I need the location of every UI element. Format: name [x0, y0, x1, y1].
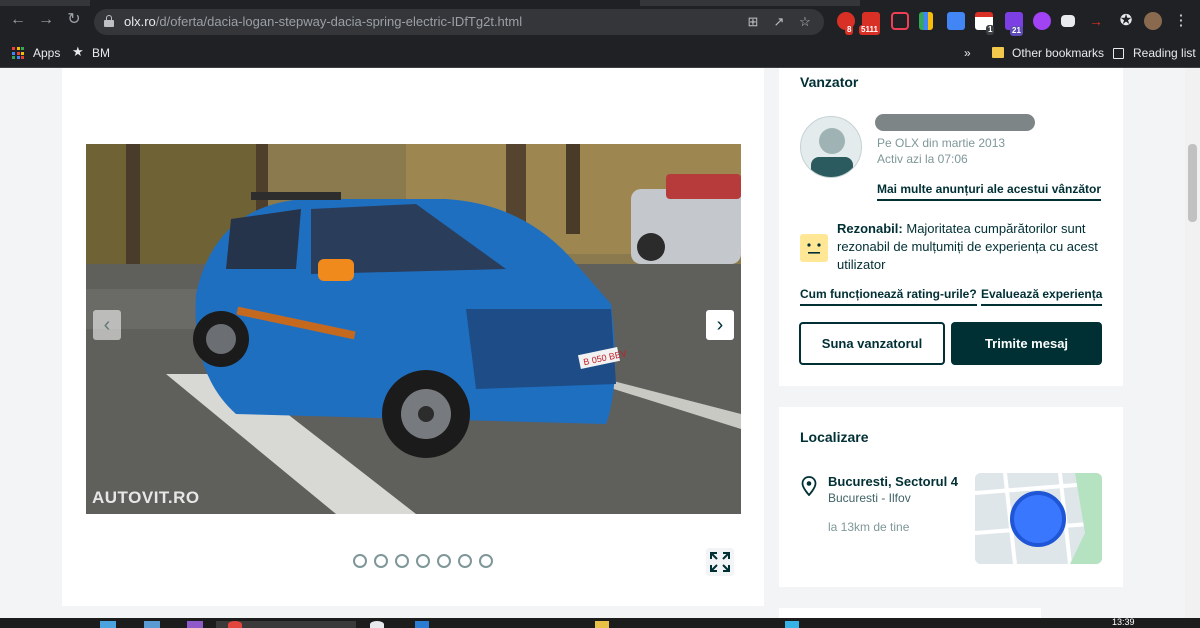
- extension-badge: 21: [1010, 26, 1023, 36]
- taskbar-app-icon[interactable]: [370, 621, 384, 628]
- reload-icon[interactable]: ↻: [64, 10, 84, 30]
- gallery-dot[interactable]: [458, 554, 472, 568]
- os-taskbar: 13:39: [0, 618, 1200, 628]
- chrome-taskbar-icon[interactable]: [228, 621, 242, 628]
- taskbar-app-icon[interactable]: [100, 621, 116, 628]
- folder-icon: [992, 47, 1004, 58]
- more-ads-link[interactable]: Mai multe anunțuri ale acestui vânzător: [877, 182, 1102, 201]
- map-image: [975, 473, 1102, 564]
- send-message-button[interactable]: Trimite mesaj: [951, 322, 1102, 365]
- page-content: B 050 BEV AUTOVIT.RO ‹ › Vanzator Pe OLX…: [0, 68, 1200, 618]
- scrollbar-thumb[interactable]: [1188, 144, 1197, 222]
- photo-watermark: AUTOVIT.RO: [92, 488, 200, 507]
- next-photo-button[interactable]: ›: [706, 310, 734, 340]
- gallery-dot[interactable]: [353, 554, 367, 568]
- browser-toolbar: ← → ↻ olx.ro/d/oferta/dacia-logan-stepwa…: [0, 0, 1200, 40]
- location-city: Bucuresti, Sectorul 4: [828, 474, 959, 489]
- gallery-dot[interactable]: [479, 554, 493, 568]
- bookmark-apps[interactable]: Apps: [33, 46, 60, 60]
- pocket-icon[interactable]: [891, 12, 909, 30]
- seller-name-redacted: [875, 114, 1035, 131]
- gallery-dots: [353, 554, 493, 570]
- neutral-face-icon: [800, 234, 828, 262]
- previous-photo-button[interactable]: ‹: [93, 310, 121, 340]
- lock-icon: [104, 15, 114, 27]
- url-text[interactable]: olx.ro/d/oferta/dacia-logan-stepway-daci…: [124, 14, 522, 29]
- bookmark-bm[interactable]: BM: [92, 46, 110, 60]
- location-distance: la 13km de tine: [828, 520, 910, 534]
- apps-grid-icon: [12, 47, 24, 59]
- address-bar[interactable]: olx.ro/d/oferta/dacia-logan-stepway-daci…: [94, 9, 824, 35]
- seller-card: Vanzator Pe OLX din martie 2013 Activ az…: [779, 68, 1123, 386]
- location-card: Localizare Bucuresti, Sectorul 4 Bucures…: [779, 407, 1123, 587]
- taskbar-app-icon[interactable]: [144, 621, 160, 628]
- call-seller-button[interactable]: Suna vanzatorul: [799, 322, 945, 365]
- next-card: [779, 608, 1041, 618]
- menu-kebab-icon[interactable]: ⋮: [1172, 12, 1190, 30]
- back-icon[interactable]: ←: [8, 10, 28, 30]
- gallery-dot[interactable]: [374, 554, 388, 568]
- extension-chart-icon[interactable]: [919, 12, 933, 30]
- location-pin-icon: [801, 476, 817, 497]
- star-icon: ★: [72, 44, 84, 59]
- reading-list-icon: [1113, 48, 1124, 59]
- camera-icon[interactable]: [1061, 15, 1075, 27]
- gallery-card: B 050 BEV AUTOVIT.RO ‹ ›: [62, 68, 764, 606]
- extension-blue-icon[interactable]: [947, 12, 965, 30]
- user-icon: [811, 128, 853, 177]
- profile-avatar[interactable]: [1144, 12, 1162, 30]
- bookmark-reading-list[interactable]: Reading list: [1133, 46, 1196, 60]
- share-icon[interactable]: ↗: [770, 13, 788, 31]
- seller-heading: Vanzator: [800, 74, 859, 90]
- puzzle-icon[interactable]: ✪: [1117, 12, 1135, 30]
- install-icon[interactable]: ⊞: [744, 13, 762, 31]
- listing-photo[interactable]: B 050 BEV AUTOVIT.RO: [86, 144, 741, 514]
- extension-badge: 8: [845, 25, 854, 35]
- rate-experience-link[interactable]: Evaluează experiența: [981, 287, 1103, 306]
- how-rating-works-link[interactable]: Cum funcționează rating-urile?: [800, 287, 977, 306]
- car-photo-image: B 050 BEV: [86, 144, 741, 514]
- extension-red-icon[interactable]: →: [1089, 12, 1107, 30]
- gallery-dot[interactable]: [437, 554, 451, 568]
- rating-description: Rezonabil: Majoritatea cumpărătorilor su…: [837, 221, 1098, 272]
- taskbar-app-icon[interactable]: [785, 621, 799, 628]
- taskbar-clock: 13:39: [1112, 617, 1135, 627]
- fullscreen-button[interactable]: [706, 548, 734, 576]
- bookmarks-overflow-icon[interactable]: »: [964, 46, 971, 60]
- taskbar-app-icon[interactable]: [187, 621, 203, 628]
- taskbar-app-icon[interactable]: [415, 621, 429, 628]
- tab-strip-left: [0, 0, 90, 6]
- gallery-dot[interactable]: [395, 554, 409, 568]
- bookmark-other[interactable]: Other bookmarks: [1012, 46, 1104, 60]
- location-heading: Localizare: [800, 429, 869, 445]
- bookmarks-bar: Apps ★ BM » Other bookmarks Reading list: [0, 40, 1200, 68]
- expand-icon: [710, 552, 730, 572]
- tab-strip-right: [640, 0, 860, 6]
- forward-icon[interactable]: →: [36, 10, 56, 30]
- last-active: Activ azi la 07:06: [877, 152, 968, 166]
- location-map[interactable]: [975, 473, 1102, 564]
- extension-badge: 1: [986, 25, 995, 35]
- page-scrollbar[interactable]: [1185, 68, 1200, 618]
- bookmark-star-icon[interactable]: ☆: [796, 13, 814, 31]
- member-since: Pe OLX din martie 2013: [877, 136, 1006, 150]
- seller-avatar[interactable]: [800, 116, 862, 178]
- extension-violet-icon[interactable]: [1033, 12, 1051, 30]
- location-region: Bucuresti - Ilfov: [828, 491, 911, 505]
- taskbar-app-icon[interactable]: [595, 621, 609, 628]
- gallery-dot[interactable]: [416, 554, 430, 568]
- extension-badge: 5111: [859, 25, 880, 35]
